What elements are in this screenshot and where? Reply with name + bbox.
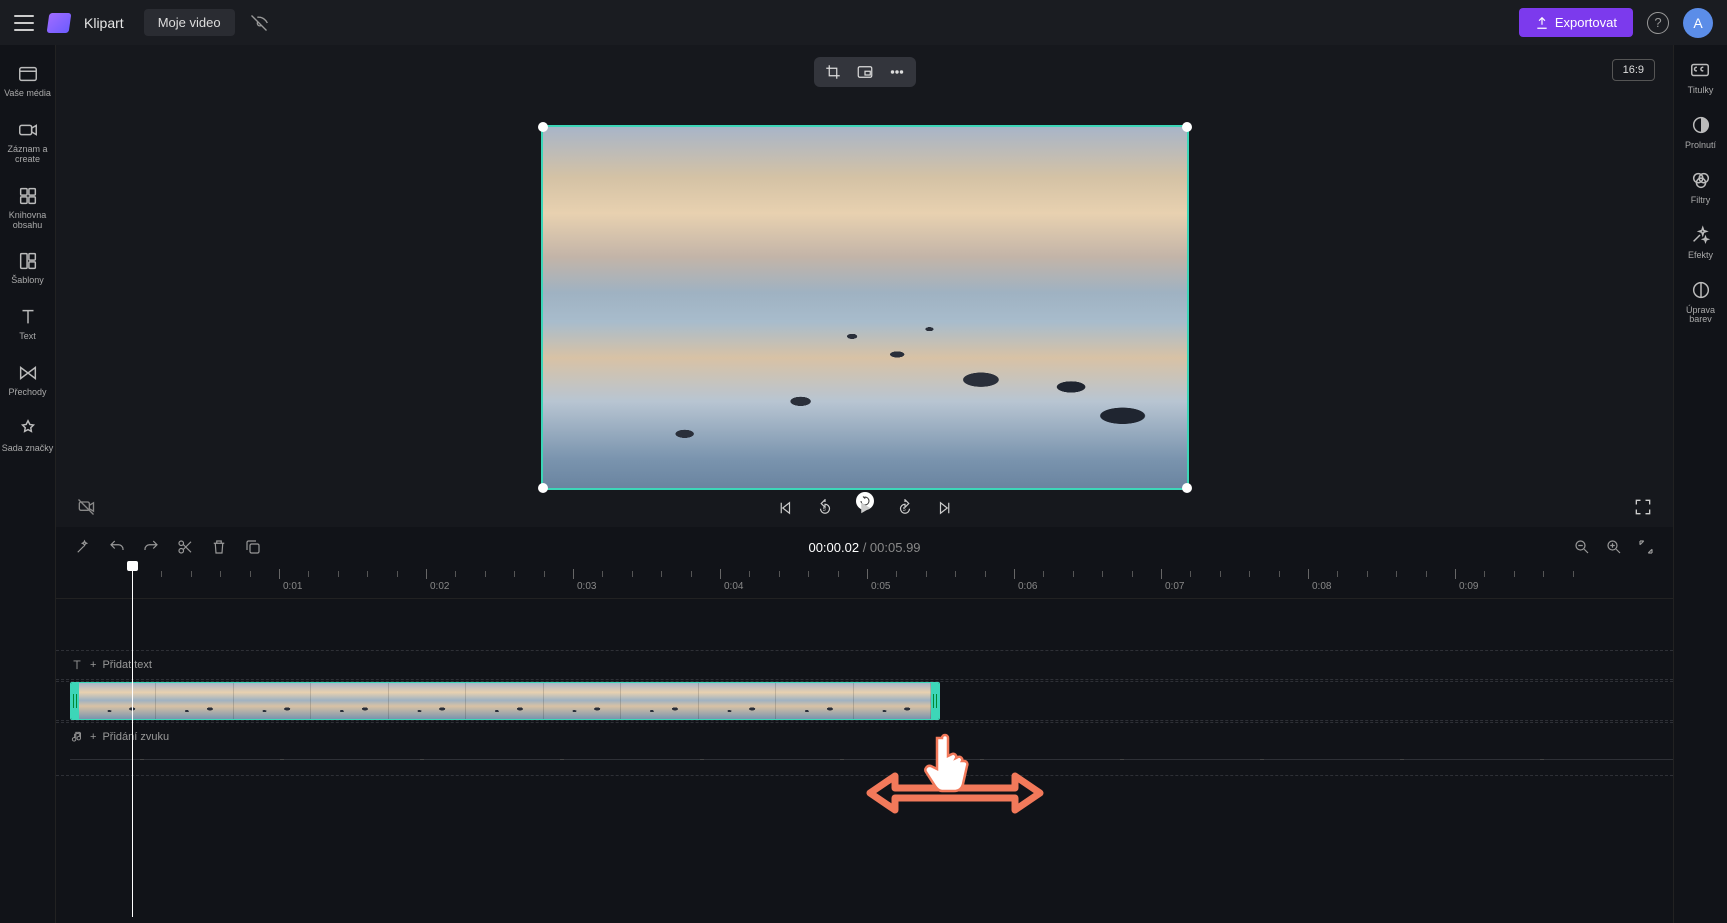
media-icon — [17, 63, 39, 85]
aspect-ratio-button[interactable]: 16:9 — [1612, 59, 1655, 81]
player-controls: 5 5 — [776, 499, 954, 517]
timeline-toolbar: 00:00.02 / 00:05.99 — [56, 527, 1673, 567]
app-logo-icon — [47, 13, 72, 33]
rsb-color[interactable]: Úprava barev — [1674, 279, 1727, 326]
text-track-icon — [70, 658, 84, 672]
fit-icon[interactable] — [1637, 538, 1655, 556]
time-display: 00:00.02 / 00:05.99 — [808, 540, 920, 555]
forward-5-icon[interactable]: 5 — [896, 499, 914, 517]
templates-icon — [17, 250, 39, 272]
crop-icon[interactable] — [824, 63, 842, 81]
more-icon[interactable] — [888, 63, 906, 81]
rewind-5-icon[interactable]: 5 — [816, 499, 834, 517]
rsb-effects[interactable]: Efekty — [1688, 224, 1713, 261]
handle-bottom-right[interactable] — [1182, 483, 1192, 493]
export-button[interactable]: Exportovat — [1519, 8, 1633, 37]
plus-icon: + — [90, 659, 96, 671]
sidebar-item-brand[interactable]: Sada značky — [0, 412, 55, 460]
text-track-label: Přidat text — [102, 659, 152, 671]
rsb-filters[interactable]: Filtry — [1690, 169, 1712, 206]
hide-ghost-icon[interactable] — [76, 497, 96, 517]
project-name[interactable]: Moje video — [144, 9, 235, 36]
fullscreen-icon[interactable] — [1633, 497, 1653, 517]
duplicate-icon[interactable] — [244, 538, 262, 556]
transitions-icon — [17, 362, 39, 384]
sidebar-item-library[interactable]: Knihovna obsahu — [0, 179, 55, 237]
zoom-in-icon[interactable] — [1605, 538, 1623, 556]
help-button[interactable]: ? — [1647, 12, 1669, 34]
clip-handle-left[interactable] — [71, 683, 79, 719]
zoom-out-icon[interactable] — [1573, 538, 1591, 556]
timeline-ruler[interactable]: 0:010:020:030:040:050:060:070:080:09 — [56, 567, 1673, 599]
redo-icon[interactable] — [142, 538, 160, 556]
text-track[interactable]: + Přidat text — [56, 650, 1673, 680]
magic-icon[interactable] — [74, 538, 92, 556]
split-icon[interactable] — [176, 538, 194, 556]
plus-icon: + — [90, 731, 96, 743]
right-sidebar: Titulky Prolnutí Filtry Efekty Úprava ba… — [1673, 45, 1727, 923]
handle-bottom-left[interactable] — [538, 483, 548, 493]
audio-track-icon — [70, 730, 84, 744]
library-icon — [17, 185, 39, 207]
top-bar: Klipart Moje video Exportovat ? A — [0, 0, 1727, 45]
svg-text:5: 5 — [822, 507, 825, 513]
playhead[interactable] — [132, 567, 133, 917]
audio-track[interactable]: + Přidání zvuku — [56, 722, 1673, 776]
total-time: 00:05.99 — [870, 540, 921, 555]
sidebar-item-templates[interactable]: Šablony — [0, 244, 55, 292]
camera-icon — [17, 119, 39, 141]
brand-icon — [17, 418, 39, 440]
sidebar-item-transitions[interactable]: Přechody — [0, 356, 55, 404]
filters-icon — [1690, 169, 1712, 191]
audio-track-label: Přidání zvuku — [102, 731, 169, 743]
timeline-panel: 00:00.02 / 00:05.99 0:010:020:030:040:05… — [56, 527, 1673, 923]
visibility-off-icon[interactable] — [249, 13, 269, 33]
delete-icon[interactable] — [210, 538, 228, 556]
sidebar-item-text[interactable]: Text — [0, 300, 55, 348]
cc-icon — [1689, 59, 1711, 81]
handle-top-left[interactable] — [538, 122, 548, 132]
tracks: + Přidat text + Přidání zvuku — [56, 599, 1673, 776]
video-track[interactable] — [56, 681, 1673, 721]
sidebar-item-record[interactable]: Záznam a create — [0, 113, 55, 171]
clip-handle-right[interactable] — [931, 683, 939, 719]
text-icon — [17, 306, 39, 328]
play-icon[interactable] — [856, 499, 874, 517]
preview-frame[interactable] — [541, 125, 1189, 490]
preview-video — [543, 127, 1187, 488]
left-sidebar: Vaše média Záznam a create Knihovna obsa… — [0, 45, 56, 923]
export-label: Exportovat — [1555, 15, 1617, 30]
skip-end-icon[interactable] — [936, 499, 954, 517]
rsb-captions[interactable]: Titulky — [1688, 59, 1714, 96]
fx-icon — [1689, 224, 1711, 246]
pip-icon[interactable] — [856, 63, 874, 81]
current-time: 00:00.02 — [808, 540, 859, 555]
handle-top-right[interactable] — [1182, 122, 1192, 132]
rsb-fade[interactable]: Prolnutí — [1685, 114, 1716, 151]
video-clip[interactable] — [70, 682, 940, 720]
app-name: Klipart — [84, 15, 124, 31]
sidebar-item-media[interactable]: Vaše média — [0, 57, 55, 105]
avatar[interactable]: A — [1683, 8, 1713, 38]
color-icon — [1690, 279, 1712, 301]
svg-text:5: 5 — [902, 507, 905, 513]
skip-start-icon[interactable] — [776, 499, 794, 517]
menu-button[interactable] — [14, 15, 34, 31]
fade-icon — [1690, 114, 1712, 136]
preview-toolbar — [814, 57, 916, 87]
undo-icon[interactable] — [108, 538, 126, 556]
audio-waveform — [70, 759, 1673, 760]
preview-area: 16:9 5 5 — [56, 45, 1673, 527]
